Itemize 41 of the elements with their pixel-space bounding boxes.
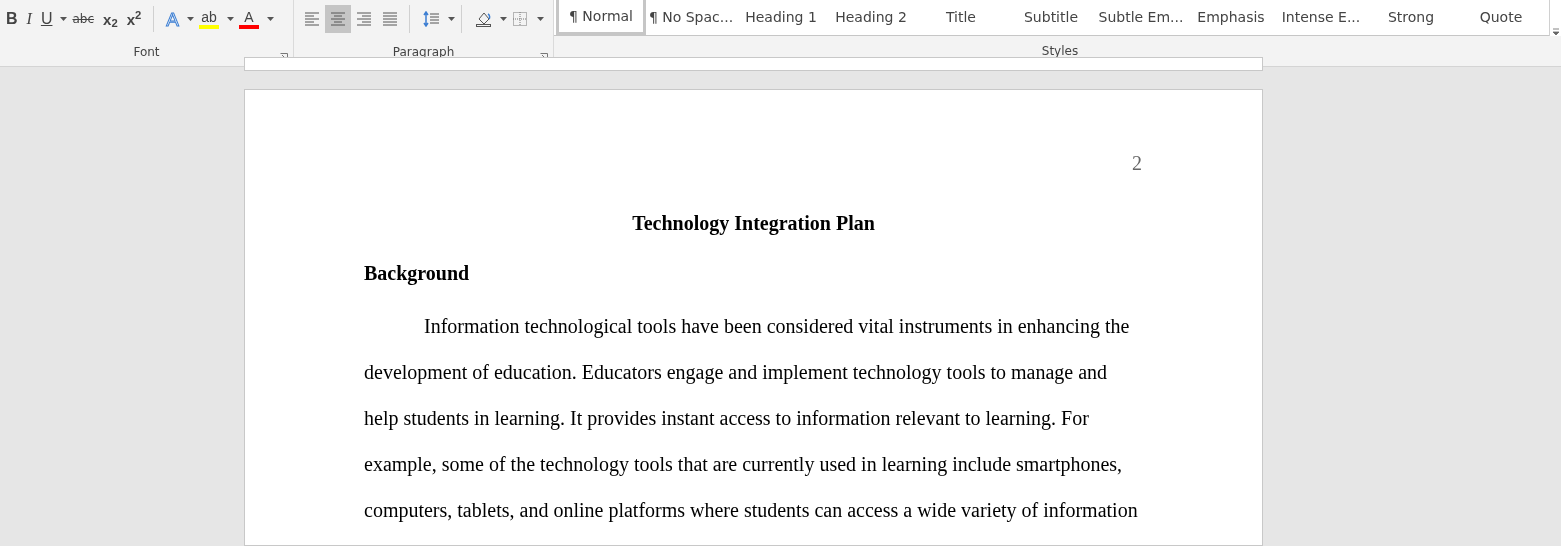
line-spacing-icon	[423, 11, 439, 27]
style-item[interactable]: Intense E...	[1276, 0, 1366, 35]
page-number: 2	[1132, 151, 1143, 176]
dropdown-caret-icon[interactable]	[537, 17, 544, 21]
borders-icon	[512, 11, 528, 27]
underline-button[interactable]: U	[36, 6, 57, 32]
align-center-icon	[330, 11, 346, 27]
style-item[interactable]: Emphasis	[1186, 0, 1276, 35]
script-button[interactable]: x$^{2}$	[122, 6, 146, 32]
dropdown-caret-icon[interactable]	[448, 17, 455, 21]
italic-button[interactable]: I	[22, 6, 36, 32]
style-item[interactable]: Quote	[1456, 0, 1546, 35]
style-item[interactable]: Subtle Em...	[1096, 0, 1186, 35]
style-item[interactable]: Strong	[1366, 0, 1456, 35]
document-title: Technology Integration Plan	[632, 211, 875, 237]
paint-bucket-icon	[475, 11, 491, 27]
script-button[interactable]: x$_{2}$	[99, 6, 122, 32]
justify-icon	[382, 11, 398, 27]
style-item[interactable]: Heading 2	[826, 0, 916, 35]
style-item[interactable]: ¶ No Spac...	[646, 0, 736, 35]
align-right-icon	[356, 11, 372, 27]
strikethrough-button[interactable]: abc	[68, 6, 99, 32]
group-label: Paragraph	[392, 44, 455, 61]
group-label: Styles	[1041, 43, 1079, 60]
dropdown-caret-icon[interactable]	[60, 17, 68, 21]
dropdown-caret-icon[interactable]	[500, 17, 507, 21]
bold-button[interactable]: B	[2, 6, 22, 32]
style-item[interactable]: Title	[916, 0, 1006, 35]
group-label: Font	[133, 44, 160, 61]
color-button[interactable]: A	[234, 6, 263, 32]
dropdown-caret-icon[interactable]	[186, 17, 194, 21]
style-item[interactable]: ¶ Normal	[556, 0, 646, 35]
color-button[interactable]: ab	[194, 6, 223, 32]
section-heading: Background	[364, 262, 470, 284]
style-item[interactable]: Heading 1	[736, 0, 826, 35]
align-left-icon	[304, 11, 320, 27]
dropdown-caret-icon[interactable]	[266, 17, 274, 21]
gallery-more-icon[interactable]	[1551, 28, 1560, 36]
style-item[interactable]: Subtitle	[1006, 0, 1096, 35]
dropdown-caret-icon[interactable]	[226, 17, 234, 21]
body-paragraph: Information technological tools have been considered vital instruments in enhancing the development of education. Educators engage and implement technology tools to manage and help students in learning. It provides instant access to information relevant to learning. For example, some of the technology tools that are currently used in learning include smartphones, computers, tablets, and online platforms where students can access a wide variety of information	[364, 314, 1139, 524]
